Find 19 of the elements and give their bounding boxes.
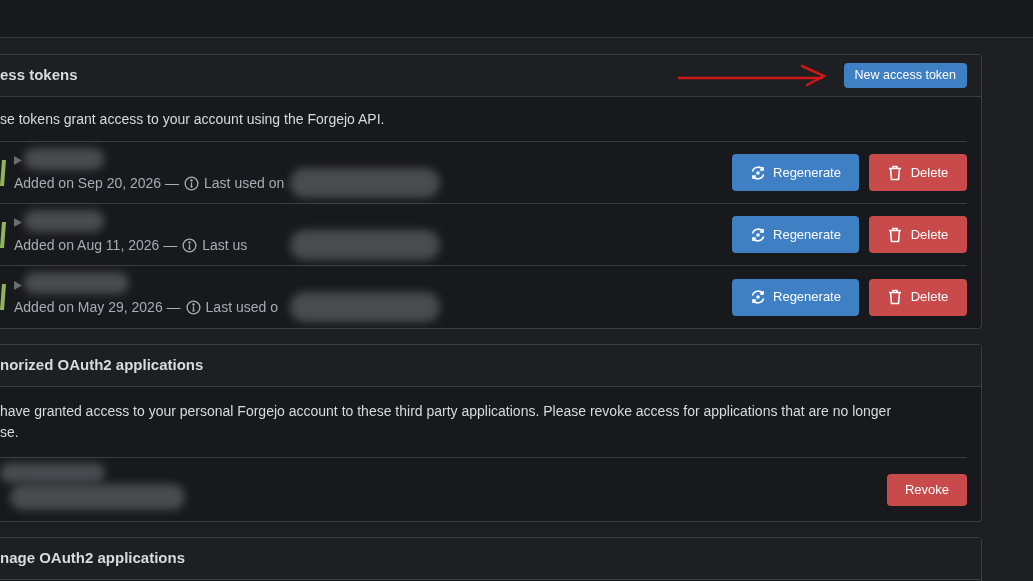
added-date-text: Added on Aug 11, 2026 — bbox=[14, 235, 178, 255]
panel-title: norized OAuth2 applications bbox=[0, 355, 204, 376]
last-used-text: Last used on bbox=[204, 173, 285, 193]
last-used-text: Last us bbox=[202, 235, 248, 255]
description-text: se tokens grant access to your account using the Forgejo API. bbox=[0, 109, 385, 129]
added-date-text: Added on Sep 20, 2026 — bbox=[14, 173, 180, 193]
panel-title: ess tokens bbox=[0, 65, 78, 86]
new-access-token-button[interactable]: New access token bbox=[843, 63, 967, 88]
last-used-text: Last used o bbox=[205, 298, 278, 317]
delete-button[interactable]: Delete bbox=[869, 154, 967, 191]
description-text: have granted access to your personal Forgejo account to these third party applications. Please revoke access for applications that are no longer se. bbox=[0, 402, 893, 442]
regenerate-button[interactable]: Regenerate bbox=[732, 154, 859, 191]
regenerate-button[interactable]: Regenerate bbox=[732, 278, 859, 316]
added-date-text: Added on May 29, 2026 — bbox=[14, 298, 181, 317]
revoke-button[interactable]: Revoke bbox=[887, 473, 967, 506]
delete-button[interactable]: Delete bbox=[869, 278, 967, 316]
regenerate-button[interactable]: Regenerate bbox=[732, 216, 859, 253]
panel-title: nage OAuth2 applications bbox=[0, 548, 186, 569]
delete-button[interactable]: Delete bbox=[869, 216, 967, 253]
